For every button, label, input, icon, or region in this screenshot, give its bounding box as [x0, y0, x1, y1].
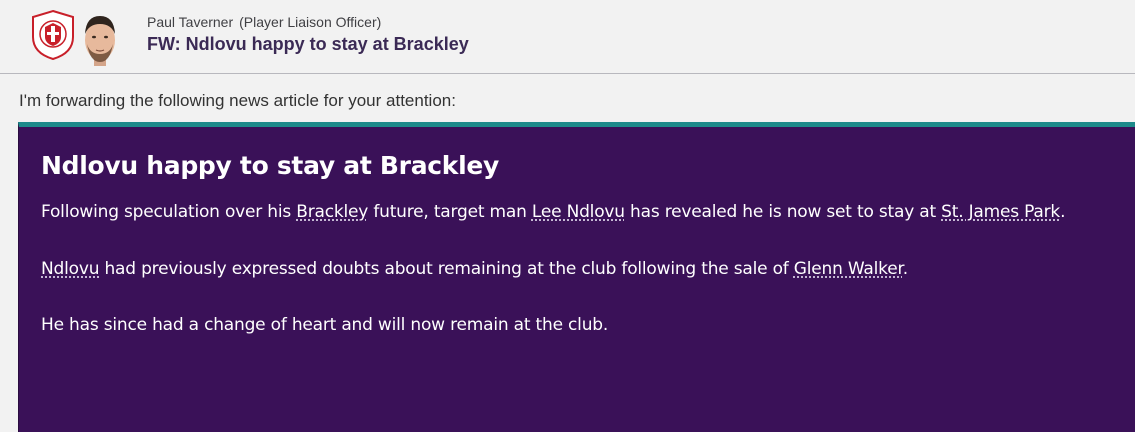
text: .	[1060, 202, 1066, 222]
message-header: Paul Taverner (Player Liaison Officer) FW…	[0, 0, 1135, 74]
link-player-lee-ndlovu[interactable]: Lee Ndlovu	[532, 202, 625, 222]
intro-text: I'm forwarding the following news articl…	[19, 91, 456, 110]
text: had previously expressed doubts about re…	[99, 259, 794, 279]
text: has revealed he is now set to stay at	[624, 202, 942, 222]
link-player-glenn-walker[interactable]: Glenn Walker	[794, 259, 903, 279]
news-article: Ndlovu happy to stay at Brackley Followi…	[18, 122, 1135, 432]
message-subject: FW: Ndlovu happy to stay at Brackley	[147, 34, 469, 54]
sender-avatar[interactable]	[80, 4, 120, 74]
link-club-brackley[interactable]: Brackley	[296, 202, 368, 222]
club-crest-icon[interactable]	[30, 9, 76, 61]
text: .	[902, 259, 908, 279]
sender-role: (Player Liaison Officer)	[239, 14, 382, 30]
article-paragraph-3: He has since had a change of heart and w…	[41, 315, 609, 335]
text: future, target man	[368, 202, 532, 222]
text: Following speculation over his	[41, 202, 297, 222]
link-player-ndlovu[interactable]: Ndlovu	[41, 259, 99, 279]
article-paragraph-1: Following speculation over his Brackley …	[41, 202, 1065, 222]
sender-name[interactable]: Paul Taverner	[147, 14, 233, 30]
sender-line: Paul Taverner (Player Liaison Officer)	[147, 14, 381, 30]
article-headline: Ndlovu happy to stay at Brackley	[41, 151, 500, 180]
link-stadium-st-james-park[interactable]: St. James Park	[941, 202, 1060, 222]
article-paragraph-2: Ndlovu had previously expressed doubts a…	[41, 259, 908, 279]
